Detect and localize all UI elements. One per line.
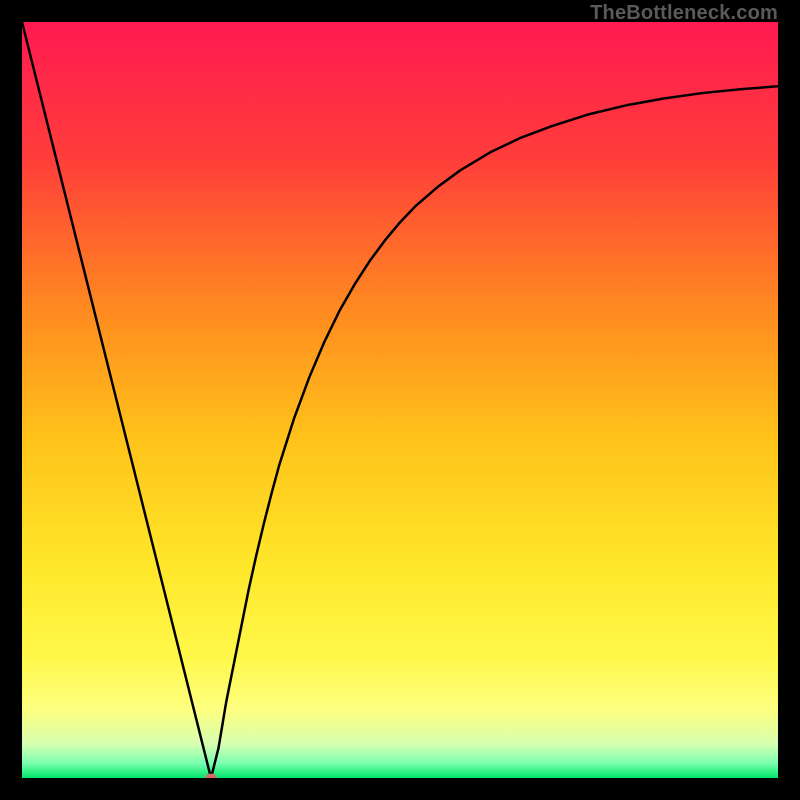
attribution-text: TheBottleneck.com: [590, 2, 778, 25]
chart-background: [22, 22, 778, 778]
plot-area: [22, 22, 778, 778]
chart-frame: TheBottleneck.com: [0, 0, 800, 800]
chart-svg: [22, 22, 778, 778]
